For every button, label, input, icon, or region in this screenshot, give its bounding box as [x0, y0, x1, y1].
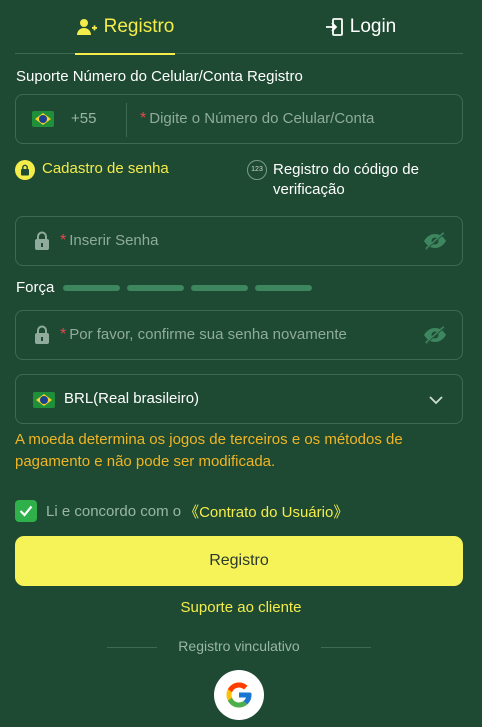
confirm-placeholder-text: Por favor, confirme sua senha novamente	[69, 326, 347, 343]
eye-off-icon[interactable]	[422, 325, 448, 350]
phone-placeholder-text: Digite o Número do Celular/Conta	[149, 110, 375, 127]
lock-icon	[15, 160, 35, 180]
field-divider	[126, 103, 127, 137]
eye-off-icon[interactable]	[422, 231, 448, 256]
divider-line	[321, 647, 371, 648]
tab-login[interactable]: Login	[305, 0, 415, 54]
user-agreement-link[interactable]: 《Contrato do Usuário》	[184, 501, 348, 522]
required-mark: *	[140, 110, 147, 127]
agreement-checkbox[interactable]	[15, 500, 37, 522]
google-icon	[226, 682, 252, 708]
confirm-placeholder: * Por favor, confirme sua senha novamente	[60, 326, 347, 344]
confirm-password-field[interactable]: * Por favor, confirme sua senha novamente	[15, 310, 463, 360]
option-password-label: Cadastro de senha	[42, 160, 169, 177]
password-placeholder-text: Inserir Senha	[69, 232, 159, 249]
check-icon	[19, 505, 33, 517]
required-mark: *	[60, 232, 67, 249]
strength-bar	[127, 285, 184, 291]
active-tab-indicator	[75, 53, 175, 55]
option-code-label: Registro do código de verificação	[273, 161, 419, 198]
add-user-icon	[76, 18, 98, 36]
login-icon	[324, 17, 344, 37]
tab-register[interactable]: Registro	[75, 0, 175, 55]
option-password-register[interactable]: Cadastro de senha	[15, 160, 169, 180]
strength-label: Força	[16, 279, 55, 296]
strength-bar	[255, 285, 312, 291]
auth-tabs: Registro Login	[15, 0, 463, 55]
lock-icon	[33, 325, 51, 350]
customer-support-link[interactable]: Suporte ao cliente	[0, 599, 482, 616]
phone-field[interactable]: +55 * Digite o Número do Celular/Conta	[15, 94, 463, 144]
strength-meter	[63, 285, 319, 291]
password-field[interactable]: * Inserir Senha	[15, 216, 463, 266]
strength-bar	[63, 285, 120, 291]
code-badge-icon: 123	[247, 160, 267, 180]
bind-divider: Registro vinculativo	[107, 638, 371, 656]
tab-login-label: Login	[349, 16, 397, 37]
google-login-button[interactable]	[214, 670, 264, 720]
agreement-row: Li e concordo com o 《Contrato do Usuário…	[15, 500, 348, 522]
register-button[interactable]: Registro	[15, 536, 463, 586]
brazil-flag-icon[interactable]	[32, 111, 54, 127]
currency-note: A moeda determina os jogos de terceiros …	[15, 431, 403, 470]
chevron-down-icon	[428, 392, 444, 413]
register-method-options: Cadastro de senha 123 Registro do código…	[15, 158, 463, 202]
strength-bar	[191, 285, 248, 291]
currency-selected: BRL(Real brasileiro)	[64, 390, 200, 407]
phone-placeholder: * Digite o Número do Celular/Conta	[140, 110, 374, 128]
section-title: Suporte Número do Celular/Conta Registro	[16, 68, 303, 85]
password-placeholder: * Inserir Senha	[60, 232, 158, 250]
required-mark: *	[60, 326, 67, 343]
brazil-flag-icon	[33, 392, 55, 408]
option-code-register[interactable]: 123 Registro do código de verificação	[247, 160, 457, 200]
bind-label: Registro vinculativo	[178, 638, 300, 654]
currency-select[interactable]: BRL(Real brasileiro)	[15, 374, 463, 424]
agreement-text: Li e concordo com o	[46, 502, 182, 520]
tab-register-label: Registro	[103, 16, 175, 37]
lock-icon	[33, 231, 51, 256]
country-code[interactable]: +55	[71, 110, 96, 127]
